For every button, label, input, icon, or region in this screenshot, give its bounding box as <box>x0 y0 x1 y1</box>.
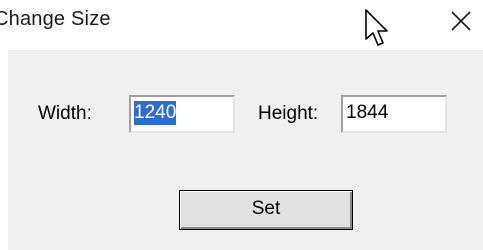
set-button[interactable]: Set <box>179 190 353 230</box>
change-size-dialog: Change Size Width: 1240 Height: 1844 Set <box>0 0 483 250</box>
height-value: 1844 <box>346 102 389 123</box>
height-label: Height: <box>258 103 319 124</box>
height-field[interactable]: 1844 <box>341 95 447 133</box>
mouse-cursor-icon <box>365 9 388 46</box>
window-title: Change Size <box>0 8 111 30</box>
close-icon <box>451 11 471 31</box>
title-bar[interactable]: Change Size <box>0 0 483 46</box>
dialog-body: Width: 1240 Height: 1844 Set <box>8 50 483 250</box>
width-field[interactable]: 1240 <box>129 95 235 133</box>
close-button[interactable] <box>443 4 479 38</box>
width-label: Width: <box>38 103 92 124</box>
width-value-selected: 1240 <box>134 101 177 125</box>
